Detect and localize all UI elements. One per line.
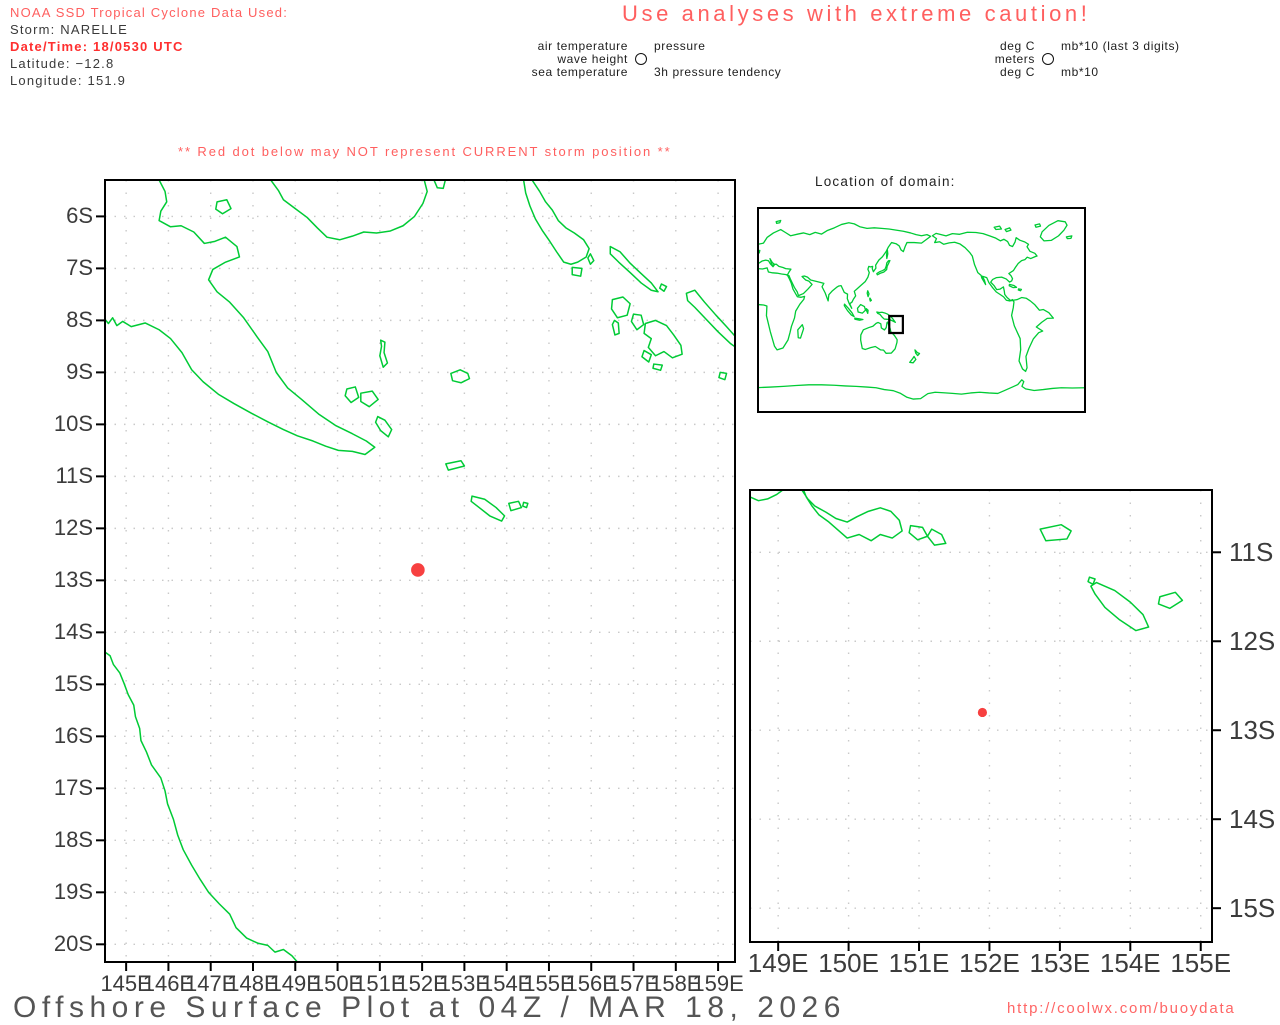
lat-tick-label: 7S xyxy=(13,255,93,281)
lat-tick-label: 19S xyxy=(13,879,93,905)
lat-tick-label: 18S xyxy=(13,827,93,853)
legend-right-column: pressure 3h pressure tendency xyxy=(654,40,781,78)
domain-location-box xyxy=(889,316,903,333)
tick-label: 13S xyxy=(1229,715,1275,745)
lat-tick-label: 16S xyxy=(13,723,93,749)
coastline-inset-tagula xyxy=(1091,583,1149,631)
coastline-inset-misima xyxy=(1040,525,1095,585)
coastline-new-guinea-world xyxy=(877,312,896,322)
legend-mb10-label: mb*10 xyxy=(1061,66,1180,79)
coastline-inset-rossel xyxy=(1158,592,1182,608)
legend-meters-label: meters xyxy=(905,53,1035,66)
legend-pressure-label: pressure xyxy=(654,40,781,53)
coastline-antarctica xyxy=(758,380,1085,399)
legend-left-column: air temperature wave height sea temperat… xyxy=(498,40,628,78)
legend-air-temp-label: air temperature xyxy=(498,40,628,53)
lat-tick-label: 8S xyxy=(13,307,93,333)
lat-tick-label: 20S xyxy=(13,931,93,957)
inset-zoom-map xyxy=(750,490,1212,942)
source-url: http://coolwx.com/buoydata xyxy=(1007,1000,1236,1017)
legend-wave-height-label: wave height xyxy=(498,53,628,66)
tick-label: 11S xyxy=(1229,537,1273,567)
buoy-plot-page: { "page": { "width": 1280, "height": 102… xyxy=(0,0,1280,1024)
world-map-border xyxy=(758,208,1085,412)
domain-map-title: Location of domain: xyxy=(815,174,956,189)
legend-degc-label-1: deg C xyxy=(905,40,1035,53)
lat-tick-label: 11S xyxy=(13,463,93,489)
coastline-kiriwina-woodlark xyxy=(380,340,470,383)
coastline-africa xyxy=(758,268,805,350)
tick-label: 14S xyxy=(1229,804,1275,834)
coastline-inset-png-tail xyxy=(746,488,902,540)
coastline-shortland-fauro xyxy=(572,254,594,276)
legend-units-blank-row xyxy=(1061,53,1180,66)
inset-map-ticks xyxy=(778,552,1221,951)
caution-title: Use analyses with extreme caution! xyxy=(622,1,1090,27)
legend-sea-temp-label: sea temperature xyxy=(498,66,628,79)
coastline-dentrecasteaux xyxy=(345,387,392,437)
main-map xyxy=(105,180,735,962)
coastline-png-mainland xyxy=(105,180,375,455)
coastline-asian-islands xyxy=(758,236,1072,363)
world-domain-map xyxy=(758,208,1085,412)
data-source-line: NOAA SSD Tropical Cyclone Data Used: xyxy=(10,4,288,21)
coastline-eurasia xyxy=(758,223,931,309)
coastline-choiseul xyxy=(610,247,666,292)
storm-name-line: Storm: NARELLE xyxy=(10,21,288,38)
legend-degc-label-2: deg C xyxy=(905,66,1035,79)
coastline-australia-world xyxy=(861,322,898,353)
legend-pressure-tendency-label: 3h pressure tendency xyxy=(654,66,781,79)
legend-units-left-column: deg C meters deg C xyxy=(905,40,1035,78)
storm-position-warning: ** Red dot below may NOT represent CURRE… xyxy=(178,144,672,159)
lat-tick-label: 14S xyxy=(13,619,93,645)
lat-tick-label: 10S xyxy=(13,411,93,437)
lat-tick-label: 12S xyxy=(13,515,93,541)
coastline-inset-engineer-islands xyxy=(909,526,946,546)
legend-mb10-digits-label: mb*10 (last 3 digits) xyxy=(1061,40,1180,53)
coastline-australia-queensland xyxy=(105,652,297,962)
coastline-bougainville xyxy=(524,180,590,264)
tick-label: 12S xyxy=(1229,626,1275,656)
inset-storm-position-dot xyxy=(978,708,987,717)
main-map-ticks xyxy=(96,216,718,971)
station-model-legend-names: air temperature wave height sea temperat… xyxy=(498,40,781,78)
datetime-line: Date/Time: 18/0530 UTC xyxy=(10,38,288,55)
storm-position-dot xyxy=(411,563,425,577)
station-circle-icon xyxy=(635,53,647,65)
lat-tick-label: 9S xyxy=(13,359,93,385)
latitude-line: Latitude: −12.8 xyxy=(10,55,288,72)
lat-tick-label: 15S xyxy=(13,671,93,697)
tick-label: 15S xyxy=(1229,893,1275,923)
coastline-louisiade-islands xyxy=(446,461,528,521)
station-model-legend-units: deg C meters deg C mb*10 (last 3 digits)… xyxy=(905,40,1180,78)
storm-info-block: NOAA SSD Tropical Cyclone Data Used: Sto… xyxy=(10,4,288,89)
longitude-line: Longitude: 151.9 xyxy=(10,72,288,89)
inset-map-coastlines xyxy=(746,488,1182,630)
legend-units-right-column: mb*10 (last 3 digits) mb*10 xyxy=(1061,40,1180,78)
station-circle-icon xyxy=(1042,53,1054,65)
lat-tick-label: 13S xyxy=(13,567,93,593)
tick-label: 155E xyxy=(1156,948,1246,978)
coastline-umboi-island xyxy=(216,200,231,214)
legend-blank-row xyxy=(654,53,781,66)
lat-tick-label: 6S xyxy=(13,203,93,229)
lat-tick-label: 17S xyxy=(13,775,93,801)
coastline-new-georgia-group xyxy=(612,297,727,380)
world-coastlines xyxy=(758,220,1085,399)
coastline-new-britain xyxy=(271,180,446,240)
